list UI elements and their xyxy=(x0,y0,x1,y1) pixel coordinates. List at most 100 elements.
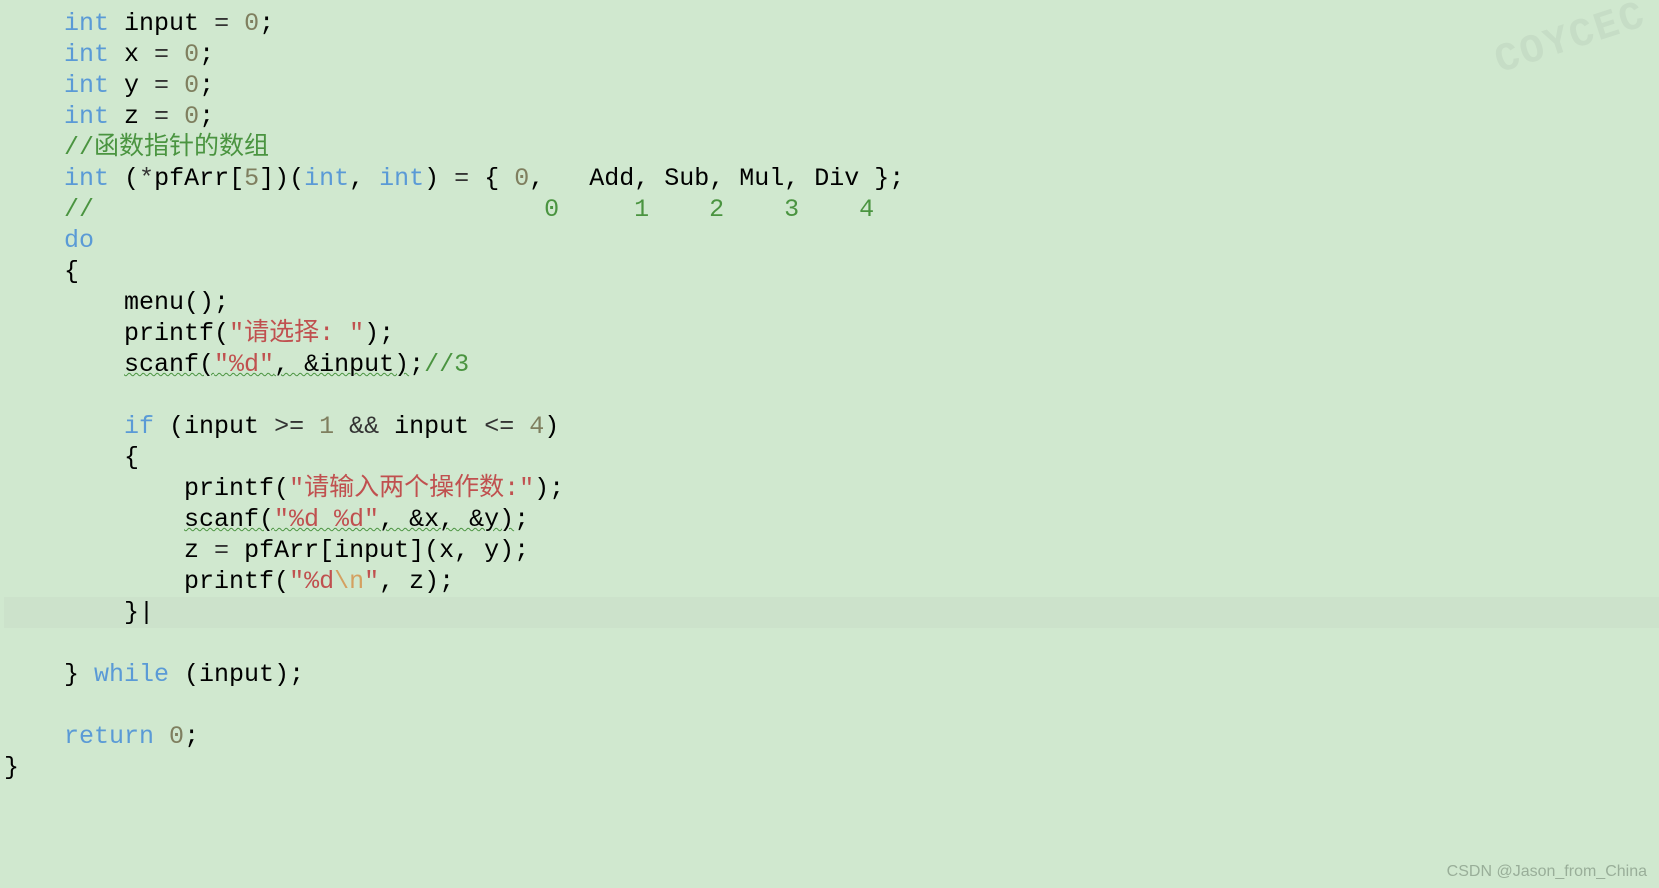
code-token: ; xyxy=(199,102,214,131)
code-editor-view[interactable]: int input = 0; int x = 0; int y = 0; int… xyxy=(0,8,1659,783)
code-line[interactable]: z = pfArr[input](x, y); xyxy=(4,535,1659,566)
code-token: " xyxy=(364,567,379,596)
code-token: = xyxy=(454,164,469,193)
code-token xyxy=(154,722,169,751)
code-token: , &input) xyxy=(274,350,409,379)
code-token: "请输入两个操作数:" xyxy=(289,474,534,503)
code-token: ; xyxy=(199,40,214,69)
code-line[interactable]: int input = 0; xyxy=(4,8,1659,39)
code-token xyxy=(229,9,244,38)
code-token: ( xyxy=(109,164,139,193)
code-token: * xyxy=(139,164,154,193)
code-token: int xyxy=(379,164,424,193)
code-token: "请选择: " xyxy=(229,319,364,348)
code-token: ; xyxy=(514,505,529,534)
code-token: //函数指针的数组 xyxy=(64,133,269,162)
code-line[interactable] xyxy=(4,690,1659,721)
code-line[interactable]: menu(); xyxy=(4,287,1659,318)
code-line[interactable]: printf("请选择: "); xyxy=(4,318,1659,349)
code-token: //3 xyxy=(424,350,469,379)
code-line[interactable]: if (input >= 1 && input <= 4) xyxy=(4,411,1659,442)
code-line[interactable]: scanf("%d %d", &x, &y); xyxy=(4,504,1659,535)
code-token: 0 xyxy=(184,71,199,100)
code-token: ; xyxy=(259,9,274,38)
code-line[interactable]: scanf("%d", &input);//3 xyxy=(4,349,1659,380)
code-token: { xyxy=(64,257,79,286)
code-line[interactable]: printf("%d\n", z); xyxy=(4,566,1659,597)
code-token: } xyxy=(64,660,94,689)
code-line[interactable]: int (*pfArr[5])(int, int) = { 0, Add, Su… xyxy=(4,163,1659,194)
code-token: z xyxy=(109,102,154,131)
code-token: do xyxy=(64,226,94,255)
code-token: && xyxy=(349,412,379,441)
code-token: int xyxy=(64,164,109,193)
code-line[interactable]: int y = 0; xyxy=(4,70,1659,101)
code-token: 0 xyxy=(169,722,184,751)
code-token: scanf( xyxy=(124,350,214,379)
code-token: // 0 1 2 3 4 xyxy=(64,195,874,224)
code-token: ; xyxy=(409,350,424,379)
code-token: }| xyxy=(124,598,154,627)
code-token: z xyxy=(184,536,214,565)
code-token: 1 xyxy=(319,412,334,441)
code-token: ; xyxy=(199,71,214,100)
code-line[interactable] xyxy=(4,380,1659,411)
code-token xyxy=(514,412,529,441)
code-token: x xyxy=(109,40,154,69)
code-token: , xyxy=(349,164,379,193)
code-token: pfArr[ xyxy=(154,164,244,193)
code-line[interactable]: int x = 0; xyxy=(4,39,1659,70)
code-token: 0 xyxy=(514,164,529,193)
code-token: printf( xyxy=(184,474,289,503)
code-token: = xyxy=(154,71,169,100)
code-token: 5 xyxy=(244,164,259,193)
code-line[interactable]: do xyxy=(4,225,1659,256)
code-token: int xyxy=(64,71,109,100)
code-line[interactable]: { xyxy=(4,256,1659,287)
code-token: = xyxy=(214,536,229,565)
code-token: , &x, &y) xyxy=(379,505,514,534)
code-line[interactable]: { xyxy=(4,442,1659,473)
code-line[interactable]: } xyxy=(4,752,1659,783)
code-token: pfArr[input](x, y); xyxy=(229,536,529,565)
code-token xyxy=(334,412,349,441)
code-token: printf( xyxy=(124,319,229,348)
code-token: 0 xyxy=(244,9,259,38)
code-token: printf( xyxy=(184,567,289,596)
code-token: = xyxy=(214,9,229,38)
code-token: , Add, Sub, Mul, Div }; xyxy=(529,164,904,193)
code-token: menu(); xyxy=(124,288,229,317)
code-token: input xyxy=(379,412,484,441)
code-token: ])( xyxy=(259,164,304,193)
code-token: ) xyxy=(544,412,559,441)
code-line[interactable]: printf("请输入两个操作数:"); xyxy=(4,473,1659,504)
code-token: y xyxy=(109,71,154,100)
code-token xyxy=(304,412,319,441)
code-token: 0 xyxy=(184,40,199,69)
code-token: = xyxy=(154,102,169,131)
code-token xyxy=(169,71,184,100)
code-token: <= xyxy=(484,412,514,441)
code-token: "%d %d" xyxy=(274,505,379,534)
code-token xyxy=(169,102,184,131)
code-token: ); xyxy=(364,319,394,348)
code-line[interactable]: return 0; xyxy=(4,721,1659,752)
code-line[interactable]: }| xyxy=(4,597,1659,628)
code-token: (input xyxy=(154,412,274,441)
code-token: int xyxy=(64,9,109,38)
code-token: , z); xyxy=(379,567,454,596)
code-token: return xyxy=(64,722,154,751)
code-line[interactable] xyxy=(4,628,1659,659)
code-token: scanf( xyxy=(184,505,274,534)
code-line[interactable]: } while (input); xyxy=(4,659,1659,690)
code-line[interactable]: int z = 0; xyxy=(4,101,1659,132)
code-line[interactable]: //函数指针的数组 xyxy=(4,132,1659,163)
code-token: "%d" xyxy=(214,350,274,379)
code-token: \n xyxy=(334,567,364,596)
code-token: } xyxy=(4,753,19,782)
code-token: 4 xyxy=(529,412,544,441)
code-token: int xyxy=(304,164,349,193)
code-token xyxy=(169,40,184,69)
code-token: int xyxy=(64,102,109,131)
code-line[interactable]: // 0 1 2 3 4 xyxy=(4,194,1659,225)
